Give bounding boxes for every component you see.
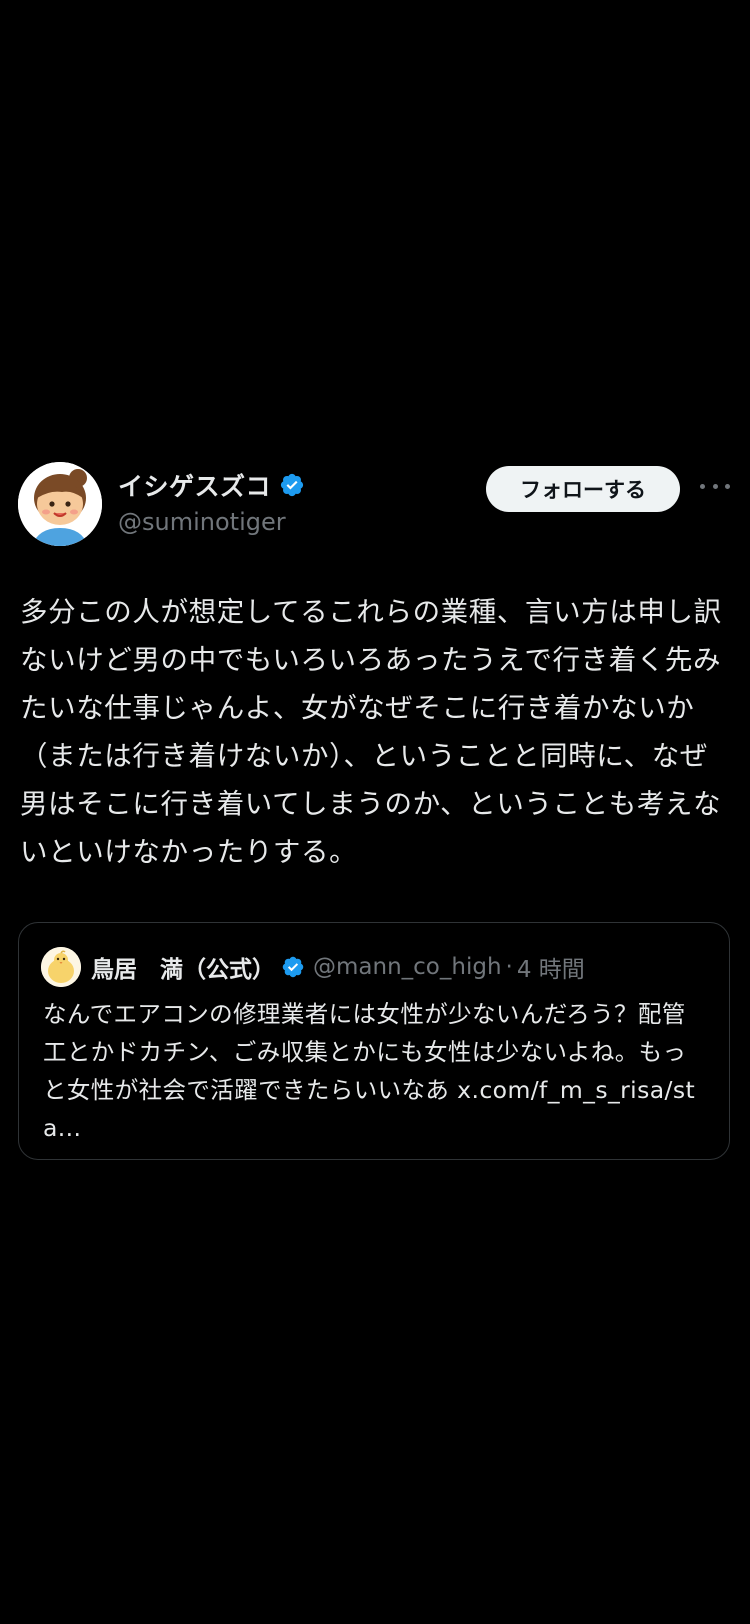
more-dot <box>725 483 730 489</box>
quoted-tweet-timestamp: 4 時間 <box>516 957 585 983</box>
author-name-row: イシゲスズコ <box>118 468 305 502</box>
author-avatar[interactable] <box>18 462 102 546</box>
verified-badge-icon <box>279 472 305 498</box>
follow-button[interactable]: フォローする <box>486 466 680 512</box>
tweet: イシゲスズコ @suminotiger フォローする 多分この人が想定してるこれ… <box>0 462 750 1160</box>
chick-avatar-icon <box>41 947 81 987</box>
more-options-icon[interactable] <box>700 476 730 496</box>
tweet-text: 多分この人が想定してるこれらの業種、言い方は申し訳ないけど男の中でもいろいろあっ… <box>20 596 722 868</box>
quoted-author-display-name: 鳥居 満（公式） <box>91 957 275 983</box>
verified-badge-icon <box>281 955 305 979</box>
quoted-tweet-text: なんでエアコンの修理業者には女性が少ないんだろう？配管工とかドカチン、ごみ収集と… <box>43 1000 696 1142</box>
more-dot <box>700 483 705 489</box>
quoted-tweet-header: 鳥居 満（公式） @mann_co_high · 4 時間 <box>41 947 585 987</box>
separator-dot: · <box>505 954 513 980</box>
author-display-name[interactable]: イシゲスズコ <box>118 467 271 503</box>
author-handle[interactable]: @suminotiger <box>118 508 305 536</box>
cartoon-girl-avatar-icon <box>18 462 102 546</box>
quoted-author-handle: @mann_co_high <box>313 954 502 980</box>
author-info: イシゲスズコ @suminotiger <box>118 468 305 536</box>
more-dot <box>712 483 718 489</box>
quoted-author-avatar <box>41 947 81 987</box>
quoted-tweet-card[interactable]: 鳥居 満（公式） @mann_co_high · 4 時間 なんでエアコンの修理… <box>18 922 730 1160</box>
tweet-header: イシゲスズコ @suminotiger フォローする <box>0 462 750 548</box>
